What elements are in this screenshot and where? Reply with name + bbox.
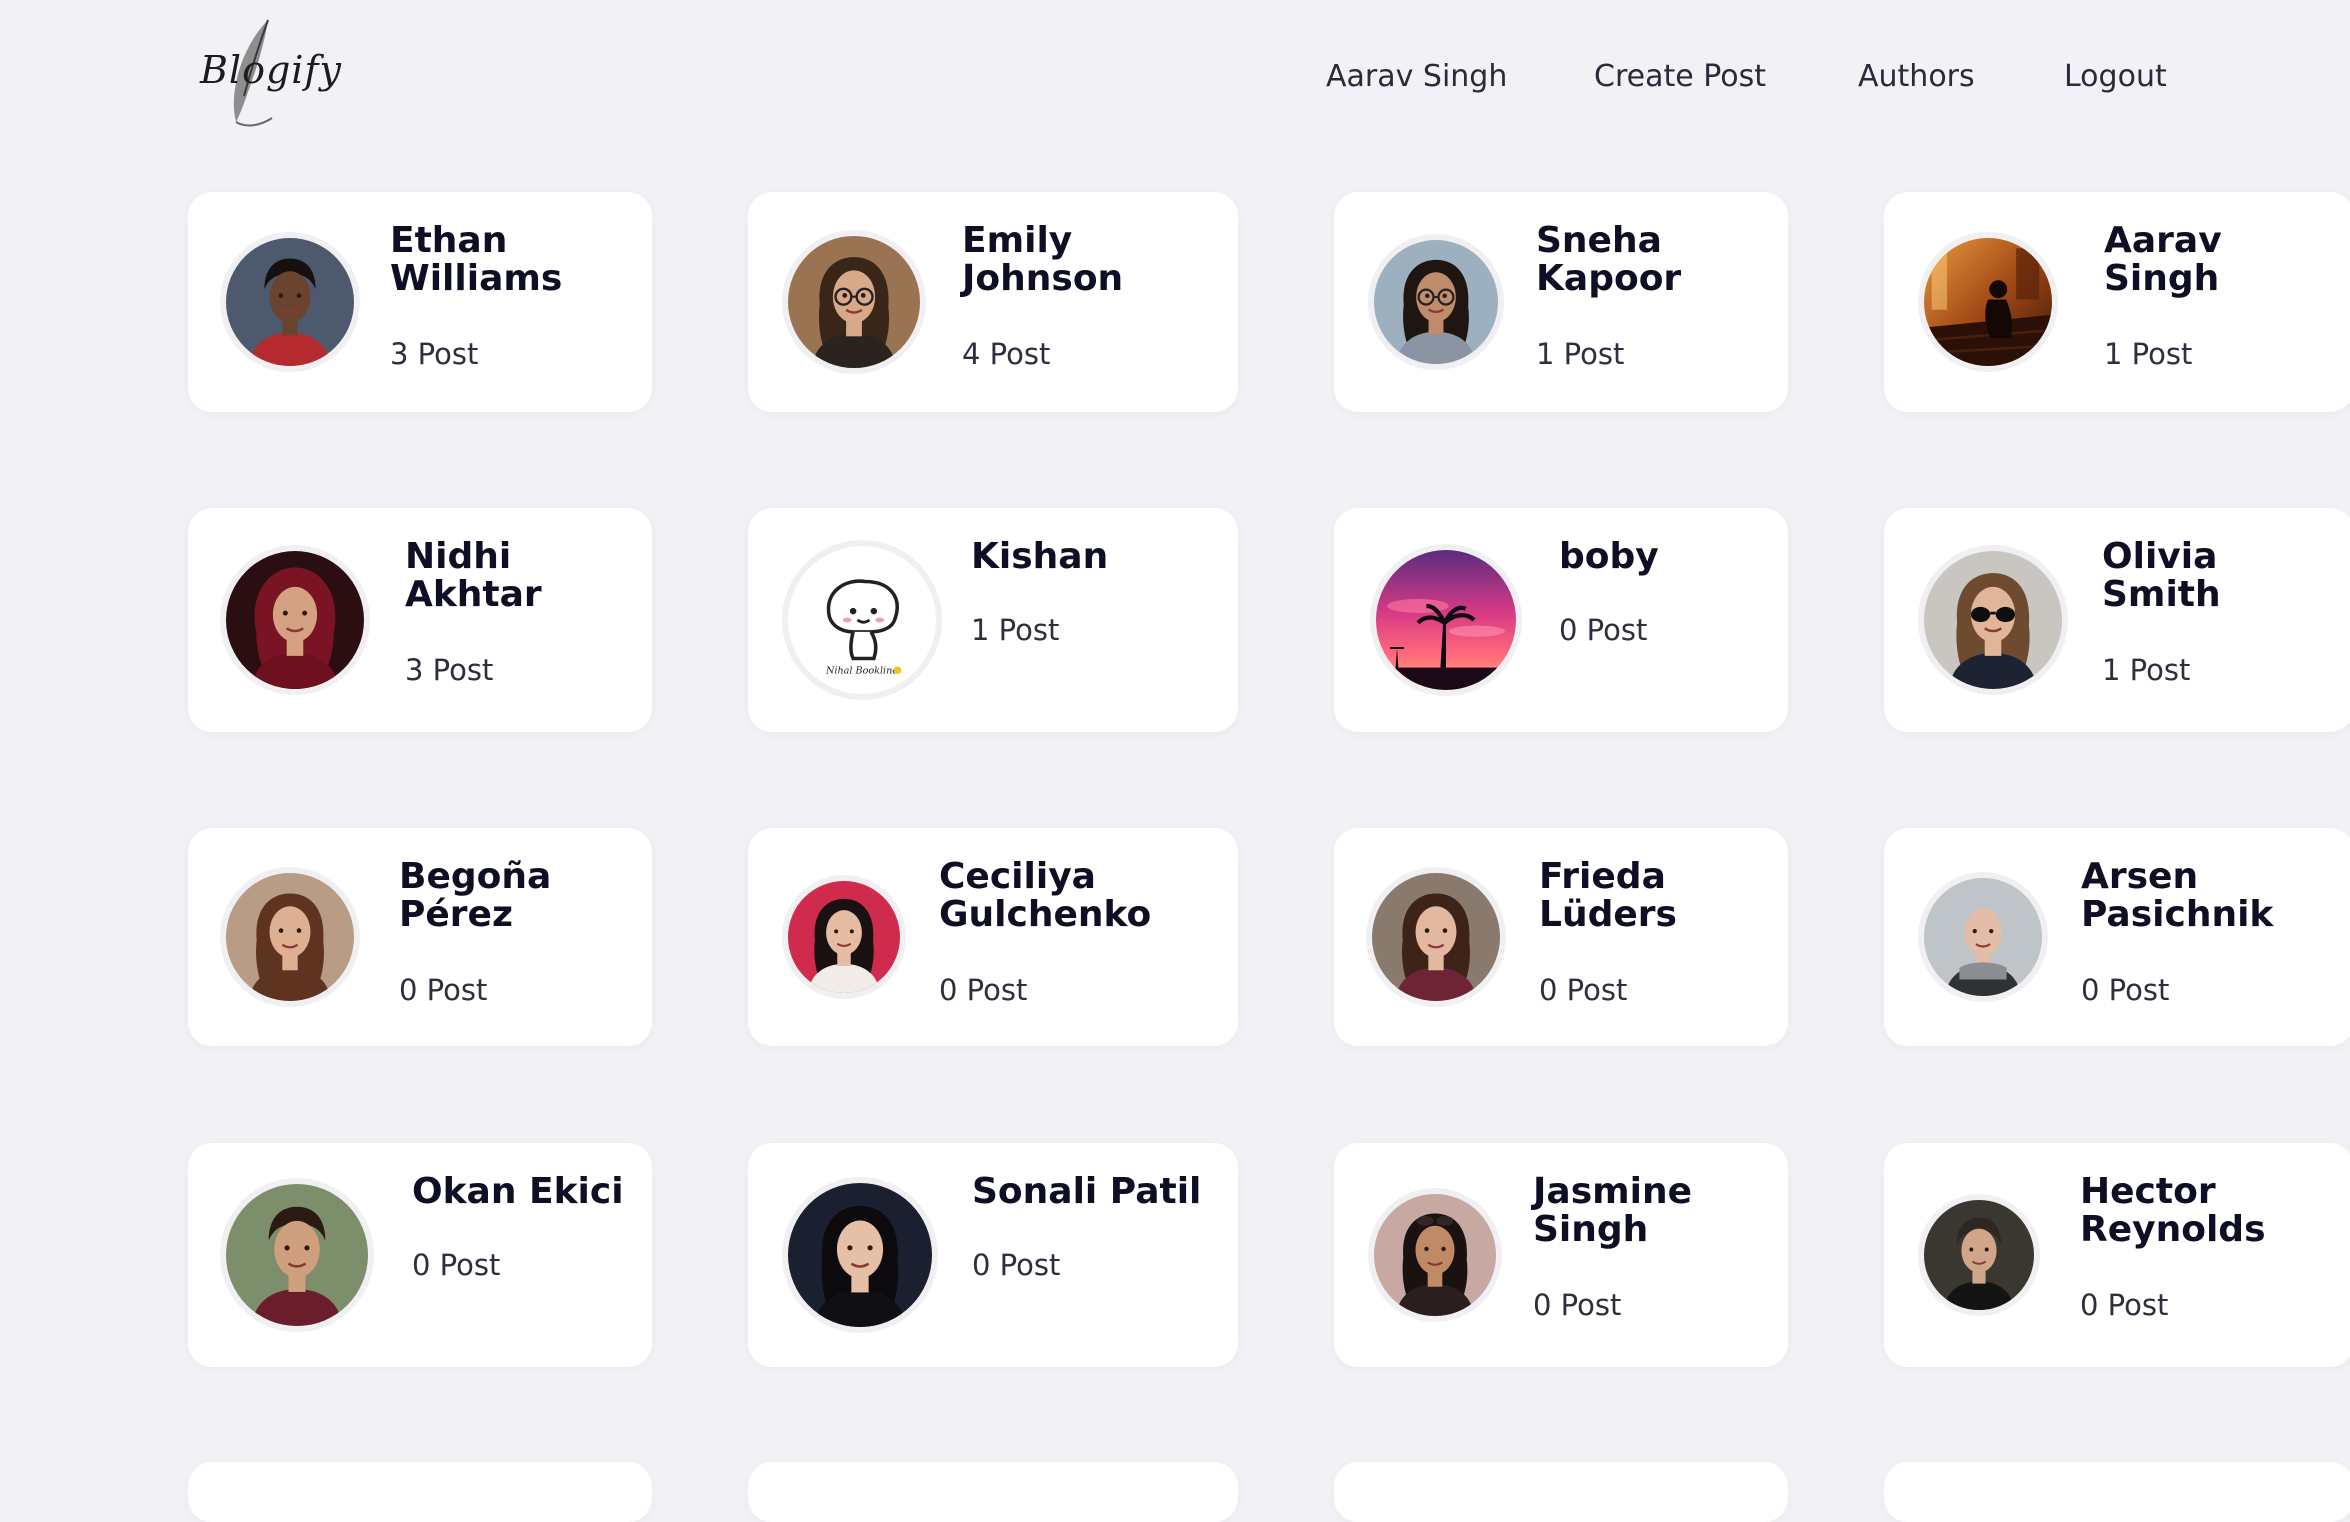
author-name[interactable]: Ceciliya <box>939 858 1096 896</box>
author-avatar[interactable] <box>1368 1188 1502 1322</box>
author-post-count: 0 Post <box>1533 1288 1622 1322</box>
photo-woman-hijab <box>226 551 364 689</box>
author-name-line2[interactable]: Smith <box>2102 576 2221 614</box>
author-card[interactable]: Sonali Patil 0 Post <box>748 1143 1238 1367</box>
author-name-line2[interactable]: Pérez <box>399 896 513 934</box>
author-card[interactable] <box>1884 1462 2350 1522</box>
photo-woman-sunglasses <box>1924 551 2062 689</box>
author-name[interactable]: Emily <box>962 222 1072 260</box>
author-avatar[interactable] <box>782 230 926 374</box>
author-name[interactable]: Okan Ekici <box>412 1173 624 1211</box>
author-name[interactable]: Sneha <box>1536 222 1662 260</box>
author-post-count: 0 Post <box>939 973 1028 1007</box>
author-post-count: 0 Post <box>972 1248 1061 1282</box>
author-card[interactable]: Nidhi Akhtar 3 Post <box>188 508 652 732</box>
author-post-count: 0 Post <box>399 973 488 1007</box>
author-post-count: 0 Post <box>1539 973 1628 1007</box>
author-name-line2[interactable]: Singh <box>1533 1211 1648 1249</box>
svg-text:Nihal Bookline: Nihal Bookline <box>825 665 898 676</box>
author-card[interactable]: Emily Johnson 4 Post <box>748 192 1238 412</box>
author-post-count: 1 Post <box>2104 337 2193 371</box>
author-avatar[interactable] <box>782 1177 938 1333</box>
author-post-count: 3 Post <box>390 337 479 371</box>
author-avatar[interactable] <box>220 1178 374 1332</box>
author-card[interactable]: Begoña Pérez 0 Post <box>188 828 652 1046</box>
author-card[interactable]: Jasmine Singh 0 Post <box>1334 1143 1788 1367</box>
author-post-count: 0 Post <box>2080 1288 2169 1322</box>
author-avatar[interactable] <box>782 875 906 999</box>
author-avatar[interactable] <box>1368 234 1504 370</box>
author-card[interactable]: Sneha Kapoor 1 Post <box>1334 192 1788 412</box>
author-post-count: 0 Post <box>2081 973 2170 1007</box>
author-name-line2[interactable]: Johnson <box>962 260 1123 298</box>
author-name-line2[interactable]: Akhtar <box>405 576 542 614</box>
author-post-count: 1 Post <box>2102 653 2191 687</box>
author-post-count: 0 Post <box>412 1248 501 1282</box>
author-card[interactable]: Frieda Lüders 0 Post <box>1334 828 1788 1046</box>
author-name[interactable]: Olivia <box>2102 538 2217 576</box>
author-name-line2[interactable]: Singh <box>2104 260 2219 298</box>
author-name[interactable]: Ethan <box>390 222 507 260</box>
photo-woman-smiling <box>1374 240 1498 364</box>
photo-woman-curly-hair <box>226 873 354 1001</box>
author-name[interactable]: Arsen <box>2081 858 2198 896</box>
author-post-count: 0 Post <box>1559 613 1648 647</box>
author-name[interactable]: Nidhi <box>405 538 511 576</box>
photo-man-suit <box>1924 1200 2034 1310</box>
photo-woman-sunglasses-on-head <box>1374 1194 1496 1316</box>
author-card[interactable]: Aarav Singh 1 Post <box>1884 192 2350 412</box>
author-avatar[interactable] <box>1366 867 1506 1007</box>
author-avatar[interactable]: Nihal Bookline <box>782 540 942 700</box>
author-card[interactable] <box>748 1462 1238 1522</box>
author-card[interactable]: Olivia Smith 1 Post <box>1884 508 2350 732</box>
author-post-count: 3 Post <box>405 653 494 687</box>
author-post-count: 1 Post <box>971 613 1060 647</box>
sunset-palm-photo <box>1376 550 1516 690</box>
photo-woman-glasses <box>788 236 920 368</box>
author-card[interactable]: Ceciliya Gulchenko 0 Post <box>748 828 1238 1046</box>
author-name[interactable]: Hector <box>2080 1173 2216 1211</box>
author-name[interactable]: Aarav <box>2104 222 2222 260</box>
mushroom-cartoon-icon: Nihal Bookline <box>788 546 936 694</box>
author-avatar[interactable] <box>220 232 360 372</box>
photo-young-man-outdoor <box>226 1184 368 1326</box>
author-name-line2[interactable]: Kapoor <box>1536 260 1681 298</box>
author-avatar[interactable] <box>1918 1194 2040 1316</box>
author-avatar[interactable] <box>1918 872 2048 1002</box>
photo-woman-pink-background <box>788 881 900 993</box>
author-post-count: 1 Post <box>1536 337 1625 371</box>
author-avatar[interactable] <box>1918 232 2058 372</box>
author-name[interactable]: Sonali Patil <box>972 1173 1201 1211</box>
authors-grid: Ethan Williams 3 Post Emily Johnson 4 Post Sne… <box>0 0 2350 1474</box>
author-card[interactable]: Hector Reynolds 0 Post <box>1884 1143 2350 1367</box>
author-avatar[interactable] <box>1918 545 2068 695</box>
author-card[interactable]: Arsen Pasichnik 0 Post <box>1884 828 2350 1046</box>
silhouette-photo <box>1924 238 2052 366</box>
author-card[interactable]: Ethan Williams 3 Post <box>188 192 652 412</box>
author-card[interactable]: Nihal Bookline Kishan 1 Post <box>748 508 1238 732</box>
author-card[interactable]: Okan Ekici 0 Post <box>188 1143 652 1367</box>
author-name[interactable]: Jasmine <box>1533 1173 1692 1211</box>
author-name[interactable]: boby <box>1559 538 1659 576</box>
author-card[interactable] <box>188 1462 652 1522</box>
photo-young-man-curly-hair <box>226 238 354 366</box>
photo-woman-dark-background <box>788 1183 932 1327</box>
author-name-line2[interactable]: Lüders <box>1539 896 1677 934</box>
author-avatar[interactable] <box>220 545 370 695</box>
author-card[interactable] <box>1334 1462 1788 1522</box>
author-name[interactable]: Frieda <box>1539 858 1666 896</box>
author-avatar[interactable] <box>220 867 360 1007</box>
photo-bald-man-scarf <box>1924 878 2042 996</box>
author-name-line2[interactable]: Gulchenko <box>939 896 1151 934</box>
author-name[interactable]: Kishan <box>971 538 1108 576</box>
author-name-line2[interactable]: Pasichnik <box>2081 896 2273 934</box>
author-name-line2[interactable]: Reynolds <box>2080 1211 2266 1249</box>
author-avatar[interactable] <box>1370 544 1522 696</box>
photo-woman-brown-hair <box>1372 873 1500 1001</box>
author-name[interactable]: Begoña <box>399 858 551 896</box>
author-post-count: 4 Post <box>962 337 1051 371</box>
author-card[interactable]: boby 0 Post <box>1334 508 1788 732</box>
author-name-line2[interactable]: Williams <box>390 260 562 298</box>
